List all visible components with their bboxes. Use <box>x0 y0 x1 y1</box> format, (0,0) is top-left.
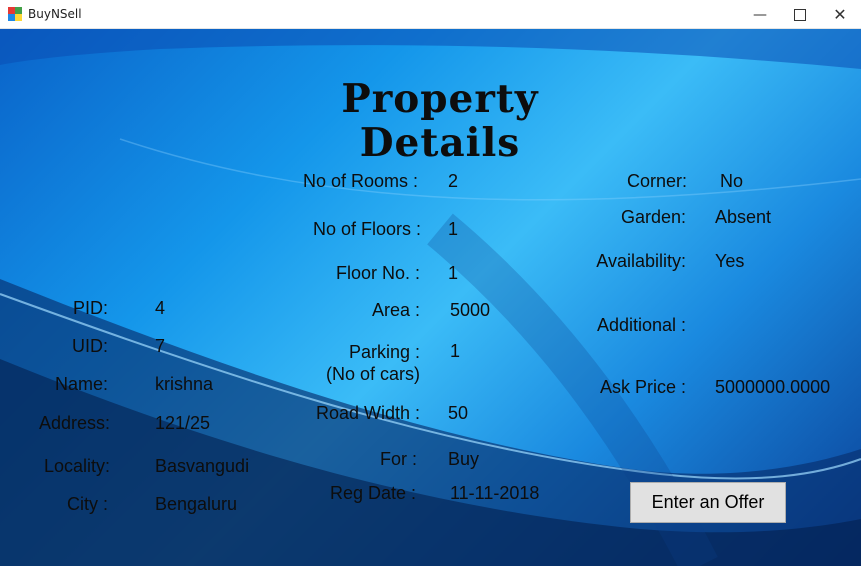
availability-label: Availability: <box>596 251 686 271</box>
floor-no-label: Floor No. : <box>335 263 420 283</box>
additional-label: Additional : <box>596 315 686 335</box>
ask-price-value: 5000000.0000 <box>715 377 831 397</box>
corner-label: Corner: <box>626 171 687 191</box>
city-label: City : <box>66 494 108 514</box>
garden-label: Garden: <box>620 207 686 227</box>
parking-label: Parking : (No of cars) <box>325 342 420 384</box>
pid-value: 4 <box>155 298 166 318</box>
garden-value: Absent <box>715 207 772 227</box>
minimize-button[interactable]: — <box>740 0 780 29</box>
city-value: Bengaluru <box>155 494 238 514</box>
name-value: krishna <box>155 374 214 394</box>
name-label: Name: <box>54 374 108 394</box>
ask-price-label: Ask Price : <box>599 377 686 397</box>
availability-value: Yes <box>715 251 745 271</box>
maximize-icon <box>794 8 806 21</box>
floors-label: No of Floors : <box>312 219 421 239</box>
for-value: Buy <box>448 449 480 469</box>
area-label: Area : <box>371 300 420 320</box>
uid-label: UID: <box>72 336 108 356</box>
rooms-label: No of Rooms : <box>302 171 418 191</box>
page-title: Property Details <box>280 77 600 165</box>
pid-label: PID: <box>72 298 108 318</box>
for-label: For : <box>379 449 417 469</box>
road-width-value: 50 <box>448 403 469 423</box>
rooms-value: 2 <box>448 171 459 191</box>
app-icon <box>8 7 22 21</box>
enter-offer-button[interactable]: Enter an Offer <box>630 482 786 523</box>
page-title-line2: Details <box>359 120 521 166</box>
parking-value: 1 <box>450 341 461 361</box>
close-button[interactable]: ✕ <box>820 0 860 29</box>
address-label: Address: <box>38 413 110 433</box>
title-bar: BuyNSell — ✕ <box>0 0 861 29</box>
locality-value: Basvangudi <box>155 456 250 476</box>
maximize-button[interactable] <box>780 0 820 29</box>
reg-date-value: 11-11-2018 <box>450 483 540 503</box>
page-title-line1: Property <box>341 76 539 122</box>
reg-date-label: Reg Date : <box>329 483 416 503</box>
floors-value: 1 <box>448 219 459 239</box>
window-title: BuyNSell <box>28 7 82 21</box>
area-value: 5000 <box>450 300 491 320</box>
address-value: 121/25 <box>155 413 211 433</box>
uid-value: 7 <box>155 336 166 356</box>
corner-value: No <box>720 171 744 191</box>
floor-no-value: 1 <box>448 263 459 283</box>
road-width-label: Road Width : <box>315 403 420 423</box>
locality-label: Locality: <box>43 456 110 476</box>
